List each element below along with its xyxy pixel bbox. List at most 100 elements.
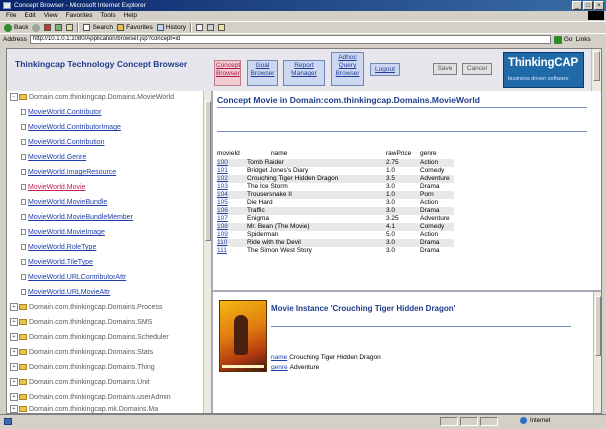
table-row: 100 Tomb Raider 2.75 Action [217, 159, 454, 167]
address-bar: Address Go Links [0, 33, 606, 45]
expand-icon[interactable]: + [10, 333, 18, 342]
concept-icon [21, 109, 26, 116]
tree-node-domain[interactable]: + Domain.com.thinkingcap.Domains.Schedule… [10, 332, 169, 344]
menu-view[interactable]: View [44, 11, 58, 21]
home-button[interactable] [66, 24, 74, 31]
tree-node-child[interactable]: MovieWorld.MovieBundle [21, 197, 107, 209]
tree-node-selected[interactable]: MovieWorld.Movie [21, 182, 85, 194]
nav-goal-browser[interactable]: Goal Browser [247, 60, 278, 86]
tree-node-child[interactable]: MovieWorld.Genre [21, 152, 86, 164]
concept-icon [21, 244, 26, 251]
column-header: name [271, 150, 288, 157]
tree-node-child[interactable]: MovieWorld.ContributorImage [21, 122, 121, 134]
print-button[interactable] [207, 24, 215, 31]
favorites-button[interactable]: Favorites [117, 24, 153, 31]
expand-icon[interactable]: + [10, 303, 18, 312]
address-input[interactable] [29, 35, 551, 44]
tree-node-domain[interactable]: + Domain.com.thinkingcap.Domains.Thing [10, 362, 155, 374]
folder-icon [19, 349, 27, 356]
movie-price: 3.0 [386, 247, 396, 254]
field-key-link[interactable]: name [271, 354, 287, 361]
tree-node-child[interactable]: MovieWorld.ImageResource [21, 167, 116, 179]
movie-genre: Porn [420, 191, 454, 199]
movie-name: Crouching Tiger Hidden Dragon [247, 175, 386, 183]
nav-concept-browser[interactable]: Concept Browser [214, 60, 241, 86]
cancel-button[interactable]: Cancel [462, 63, 492, 75]
movie-id-link[interactable]: 106 [217, 207, 247, 215]
expand-icon[interactable]: + [10, 405, 18, 413]
table-row: 110 Ride with the Devil 3.0 Drama [217, 239, 454, 247]
tree-node-domain[interactable]: + Domain.com.thinkingcap.mk.Domains.Ma [10, 404, 158, 413]
nav-adhoc-query-browser[interactable]: Adhoc Query Browser [331, 52, 364, 86]
movie-id-link[interactable]: 102 [217, 175, 247, 183]
maximize-button[interactable]: □ [583, 1, 593, 10]
forward-button[interactable] [32, 23, 41, 32]
back-button[interactable]: Back [4, 23, 28, 32]
back-arrow-icon [4, 23, 12, 32]
menu-file[interactable]: File [6, 11, 16, 21]
movie-id-link[interactable]: 107 [217, 215, 247, 223]
edit-button[interactable] [218, 24, 226, 31]
tree-node-child[interactable]: MovieWorld.RoleType [21, 242, 96, 254]
nav-report-manager[interactable]: Report Manager [283, 60, 325, 86]
tree-node-child[interactable]: MovieWorld.TileType [21, 257, 93, 269]
movie-id-link[interactable]: 108 [217, 223, 247, 231]
save-button[interactable]: Save [433, 63, 457, 75]
tree-node-domain[interactable]: + Domain.com.thinkingcap.Domains.Stats [10, 347, 153, 359]
expand-icon[interactable]: + [10, 363, 18, 372]
tree-node-domain[interactable]: + Domain.com.thinkingcap.Domains.userAdmi… [10, 392, 171, 404]
movie-id-link[interactable]: 104 [217, 191, 247, 199]
mail-button[interactable] [196, 24, 204, 31]
concept-icon [21, 169, 26, 176]
instance-title: Movie Instance 'Crouching Tiger Hidden D… [271, 304, 456, 313]
links-button[interactable]: Links [576, 36, 591, 43]
movie-id-link[interactable]: 100 [217, 159, 247, 167]
refresh-button[interactable] [55, 24, 63, 31]
movie-id-link[interactable]: 109 [217, 231, 247, 239]
movie-id-link[interactable]: 105 [217, 199, 247, 207]
tree-node-child[interactable]: MovieWorld.Contributor [21, 107, 101, 119]
tree-node-child[interactable]: MovieWorld.MovieBundleMember [21, 212, 133, 224]
movie-id-link[interactable]: 111 [217, 247, 247, 255]
tree-vertical-scrollbar[interactable] [203, 91, 211, 413]
header-scrollbar-thumb[interactable] [593, 51, 600, 81]
menu-tools[interactable]: Tools [100, 11, 115, 21]
go-arrow-icon [553, 35, 562, 44]
status-pane [460, 417, 478, 426]
instance-scrollbar-thumb[interactable] [595, 296, 601, 356]
movie-id-link[interactable]: 101 [217, 167, 247, 175]
nav-logout[interactable]: Logout [370, 63, 400, 76]
concept-icon [21, 199, 26, 206]
stop-button[interactable] [44, 24, 52, 31]
tree-scrollbar-thumb[interactable] [205, 101, 211, 241]
tree-node-child[interactable]: MovieWorld.MovieImage [21, 227, 105, 239]
close-button[interactable]: × [594, 1, 604, 10]
menu-help[interactable]: Help [124, 11, 137, 21]
tree-node-child[interactable]: MovieWorld.URLContributorAttr [21, 272, 126, 284]
go-button[interactable]: Go [553, 35, 573, 44]
edit-icon [218, 24, 226, 31]
tree-node-child[interactable]: MovieWorld.URLMovieAttr [21, 287, 110, 299]
movie-id-link[interactable]: 103 [217, 183, 247, 191]
expand-icon[interactable]: + [10, 318, 18, 327]
tree-node-domain[interactable]: + Domain.com.thinkingcap.Domains.SMS [10, 317, 152, 329]
instance-scrollbar[interactable] [593, 292, 601, 413]
movie-id-link[interactable]: 110 [217, 239, 247, 247]
menu-favorites[interactable]: Favorites [66, 11, 93, 21]
expand-icon[interactable]: + [10, 393, 18, 402]
tree-node-child[interactable]: MovieWorld.Contribution [21, 137, 105, 149]
header-scrollbar[interactable] [591, 49, 601, 91]
collapse-icon[interactable]: − [10, 93, 18, 102]
menu-edit[interactable]: Edit [24, 11, 35, 21]
minimize-button[interactable]: _ [572, 1, 582, 10]
expand-icon[interactable]: + [10, 348, 18, 357]
history-button[interactable]: History [156, 24, 186, 31]
tree-node-domain[interactable]: + Domain.com.thinkingcap.Domains.Process [10, 302, 162, 314]
tree-node-root[interactable]: − Domain.com.thinkingcap.Domains.MovieWor… [10, 92, 174, 104]
field-key-link[interactable]: genre [271, 364, 288, 371]
search-button[interactable]: Search [83, 24, 113, 31]
expand-icon[interactable]: + [10, 378, 18, 387]
tree-node-domain[interactable]: + Domain.com.thinkingcap.Domains.Unit [10, 377, 150, 389]
forward-arrow-icon [32, 23, 41, 32]
mail-icon [196, 24, 204, 31]
